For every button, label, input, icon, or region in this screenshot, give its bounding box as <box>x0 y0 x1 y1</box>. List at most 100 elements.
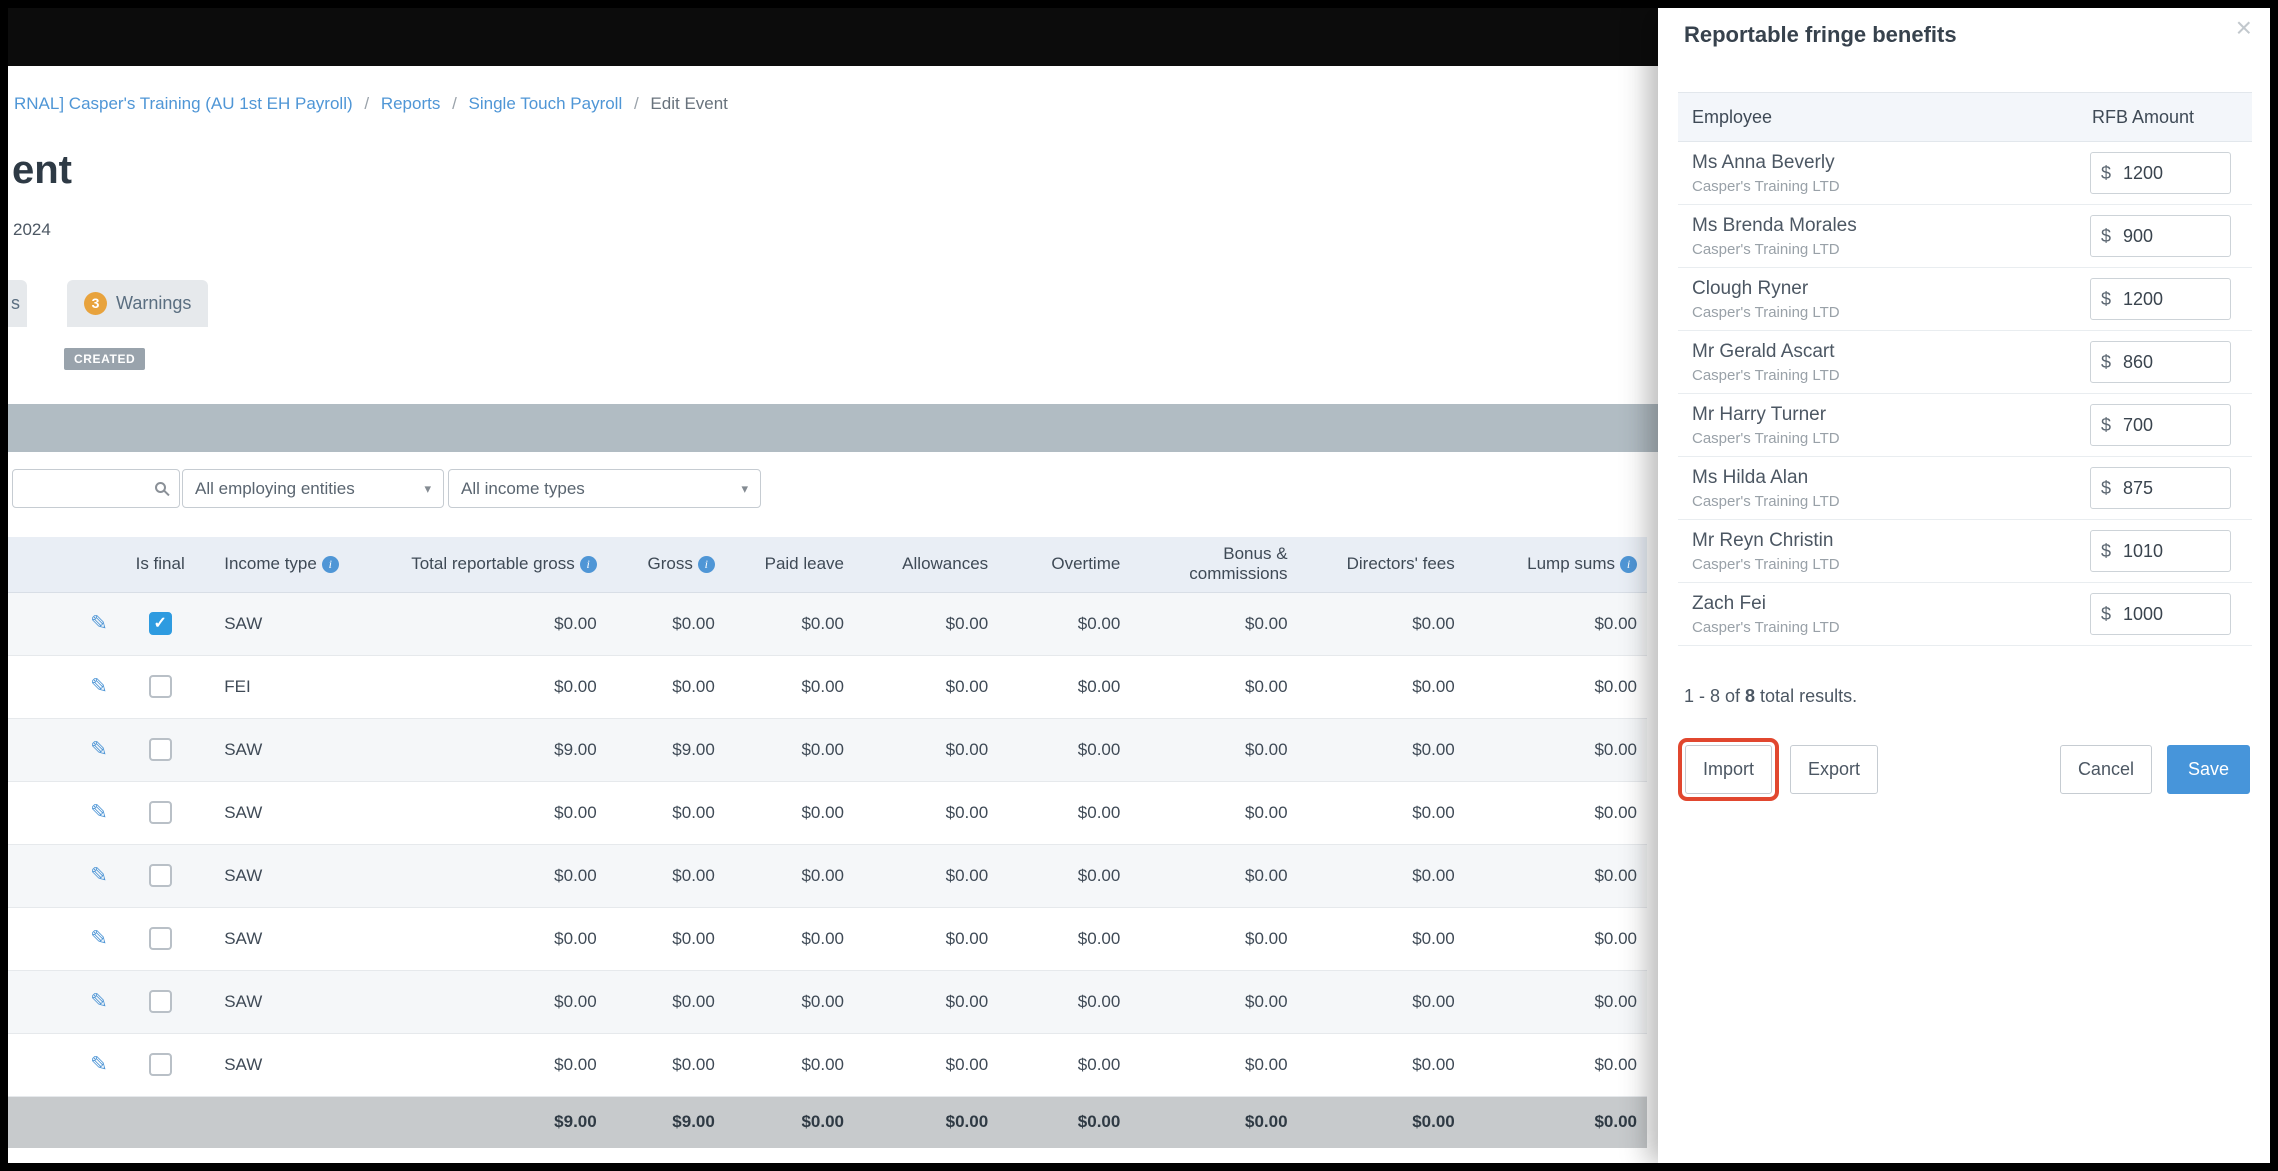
edit-pencil-icon[interactable]: ✎ <box>90 926 108 951</box>
stp-totals-row: $9.00 $9.00 $0.00 $0.00 $0.00 $0.00 $0.00 $0.00 <box>8 1096 1647 1148</box>
save-button[interactable]: Save <box>2166 745 2250 794</box>
info-icon: i <box>579 556 597 574</box>
employee-name: Mr Harry Turner <box>1692 403 1827 425</box>
stp-table-body: ✎ ✓ SAW $0.00 $0.00 $0.00 $0.00 $0.00 $0.00 $0.00… <box>8 592 1647 1097</box>
breadcrumb-item[interactable]: Single Touch Payroll <box>469 94 623 113</box>
income-types-dropdown-label: All income types <box>461 478 585 498</box>
stp-table-wrap: Is final Income type i Total reportable gro… <box>8 537 1658 1148</box>
breadcrumb-item[interactable]: Reports <box>381 94 441 113</box>
employee-cell <box>8 907 73 971</box>
currency-prefix: $ <box>2100 162 2111 183</box>
rfb-amount-input[interactable] <box>2121 413 2217 437</box>
rfb-table: Employee RFB Amount Ms Anna Beverly Caspe… <box>1678 92 2252 646</box>
employee-name: Mr Reyn Christin <box>1692 529 1834 551</box>
edit-pencil-icon[interactable]: ✎ <box>90 611 108 636</box>
employee-name: Clough Ryner <box>1692 277 1809 299</box>
rfb-amount-input[interactable] <box>2121 539 2217 563</box>
edit-pencil-icon[interactable]: ✎ <box>90 674 108 699</box>
is-final-checkbox[interactable] <box>148 801 172 824</box>
is-final-checkbox[interactable] <box>148 864 172 887</box>
is-final-cell <box>126 907 195 971</box>
column-header-bonus-commissions: Bonus & commissions <box>1130 537 1298 593</box>
is-final-checkbox[interactable] <box>148 927 172 950</box>
rfb-row: Clough Ryner Casper's Training LTD $ <box>1678 267 2252 331</box>
rfb-amount-cell: $ <box>2078 330 2252 394</box>
currency-prefix: $ <box>2100 477 2111 498</box>
export-button[interactable]: Export <box>1790 745 1879 794</box>
employee-company: Casper's Training LTD <box>1692 492 1840 510</box>
rfb-amount-input[interactable] <box>2121 476 2217 500</box>
amount-cell: $0.00 <box>724 970 854 1034</box>
amount-cell: $9.00 <box>606 718 725 782</box>
tab-fragment[interactable]: s <box>8 280 27 327</box>
amount-cell: $0.00 <box>854 1033 999 1097</box>
amount-cell: $0.00 <box>1297 592 1465 656</box>
rfb-amount-field: $ <box>2090 215 2231 257</box>
chevron-down-icon: ▾ <box>424 480 431 496</box>
amount-cell: $0.00 <box>1130 1033 1298 1097</box>
amount-cell: $0.00 <box>724 844 854 908</box>
amount-cell: $0.00 <box>406 1033 607 1097</box>
rfb-header-row: Employee RFB Amount <box>1678 92 2252 142</box>
results-suffix: total results. <box>1755 686 1858 706</box>
is-final-checkbox[interactable]: ✓ <box>148 612 172 635</box>
amount-cell: $0.00 <box>606 1033 725 1097</box>
amount-cell: $0.00 <box>998 970 1131 1034</box>
panel-actions: Import Export Cancel Save <box>1678 738 2250 801</box>
income-type-cell: SAW <box>194 844 407 908</box>
rfb-amount-input[interactable] <box>2121 350 2217 374</box>
column-header-label: Gross <box>647 554 693 574</box>
close-icon[interactable]: × <box>2236 14 2252 42</box>
rfb-amount-input[interactable] <box>2121 161 2217 185</box>
amount-cell: $0.00 <box>1130 970 1298 1034</box>
tab-warnings[interactable]: 3 Warnings <box>67 280 209 327</box>
rfb-amount-input[interactable] <box>2121 287 2217 311</box>
rfb-row: Ms Brenda Morales Casper's Training LTD $ <box>1678 204 2252 268</box>
employee-name: Ms Anna Beverly <box>1692 151 1835 173</box>
is-final-checkbox[interactable] <box>148 1053 172 1076</box>
breadcrumb-item[interactable]: RNAL] Casper's Training (AU 1st EH Payro… <box>14 94 353 113</box>
totals-empty-cell <box>72 1096 127 1148</box>
rfb-employee-cell: Mr Harry Turner Casper's Training LTD <box>1678 393 2078 457</box>
rfb-employee-cell: Ms Brenda Morales Casper's Training LTD <box>1678 204 2078 268</box>
rfb-amount-field: $ <box>2090 404 2231 446</box>
rfb-amount-cell: $ <box>2078 456 2252 520</box>
amount-cell: $0.00 <box>1297 781 1465 845</box>
employing-entities-dropdown[interactable]: All employing entities ▾ <box>182 469 444 508</box>
edit-pencil-icon[interactable]: ✎ <box>90 863 108 888</box>
totals-cell: $0.00 <box>1464 1096 1647 1148</box>
stp-header-row: Is final Income type i Total reportable gro… <box>8 537 1647 593</box>
rfb-amount-cell: $ <box>2078 519 2252 583</box>
column-header-label: Is final <box>135 554 185 574</box>
edit-pencil-icon[interactable]: ✎ <box>90 800 108 825</box>
cancel-button[interactable]: Cancel <box>2059 745 2152 794</box>
rfb-employee-cell: Clough Ryner Casper's Training LTD <box>1678 267 2078 331</box>
amount-cell: $0.00 <box>406 844 607 908</box>
edit-cell: ✎ <box>72 907 127 971</box>
totals-cell: $0.00 <box>998 1096 1131 1148</box>
amount-cell: $0.00 <box>998 1033 1131 1097</box>
edit-cell: ✎ <box>72 1033 127 1097</box>
amount-cell: $0.00 <box>1297 655 1465 719</box>
is-final-checkbox[interactable] <box>148 738 172 761</box>
import-button[interactable]: Import <box>1685 745 1773 794</box>
page-title: ent <box>12 148 72 192</box>
column-header-label: Directors' fees <box>1346 554 1455 574</box>
breadcrumb-item: Edit Event <box>650 94 728 113</box>
amount-cell: $0.00 <box>1297 844 1465 908</box>
rfb-employee-cell: Ms Anna Beverly Casper's Training LTD <box>1678 141 2078 205</box>
is-final-checkbox[interactable] <box>148 990 172 1013</box>
employee-cell <box>8 844 73 908</box>
edit-pencil-icon[interactable]: ✎ <box>90 737 108 762</box>
edit-pencil-icon[interactable]: ✎ <box>90 1052 108 1077</box>
results-count: 1 - 8 of 8 total results. <box>1684 686 1857 707</box>
rfb-employee-cell: Mr Gerald Ascart Casper's Training LTD <box>1678 330 2078 394</box>
income-types-dropdown[interactable]: All income types ▾ <box>448 469 761 508</box>
edit-pencil-icon[interactable]: ✎ <box>90 989 108 1014</box>
rfb-amount-input[interactable] <box>2121 602 2217 626</box>
warnings-count-badge: 3 <box>84 292 107 315</box>
employee-company: Casper's Training LTD <box>1692 177 1840 195</box>
rfb-amount-input[interactable] <box>2121 224 2217 248</box>
employee-cell <box>8 655 73 719</box>
is-final-checkbox[interactable] <box>148 675 172 698</box>
